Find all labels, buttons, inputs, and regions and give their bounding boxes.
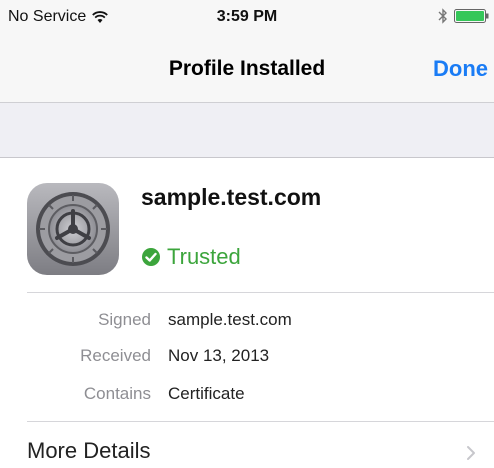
- battery-icon: [454, 9, 489, 23]
- detail-value: sample.test.com: [168, 310, 292, 329]
- divider: [27, 292, 494, 293]
- detail-label: Signed: [98, 310, 151, 329]
- nav-bar: Profile Installed Done: [0, 36, 494, 103]
- more-details-row[interactable]: More Details: [0, 425, 494, 468]
- trust-status-label: Trusted: [167, 244, 241, 269]
- profile-name: sample.test.com: [141, 184, 322, 210]
- status-bar: No Service 3:59 PM: [0, 0, 494, 36]
- more-details-label: More Details: [27, 438, 151, 463]
- detail-label: Received: [80, 346, 151, 365]
- detail-row-contains: Contains Certificate: [0, 384, 494, 414]
- detail-row-signed: Signed sample.test.com: [0, 310, 494, 340]
- status-time: 3:59 PM: [216, 8, 278, 25]
- bluetooth-icon: [438, 8, 447, 24]
- detail-row-received: Received Nov 13, 2013: [0, 346, 494, 376]
- done-button[interactable]: Done: [433, 56, 488, 82]
- page-title: Profile Installed: [168, 57, 326, 80]
- detail-value: Certificate: [168, 384, 245, 403]
- checkmark-circle-icon: [142, 248, 160, 266]
- divider: [27, 421, 494, 422]
- detail-value: Nov 13, 2013: [168, 346, 270, 365]
- chevron-right-icon: [467, 446, 475, 460]
- section-spacer: [0, 103, 494, 158]
- status-indicators: [438, 8, 490, 24]
- detail-label: Contains: [83, 384, 151, 403]
- settings-gear-icon: [27, 183, 119, 275]
- trust-status: Trusted: [141, 244, 241, 270]
